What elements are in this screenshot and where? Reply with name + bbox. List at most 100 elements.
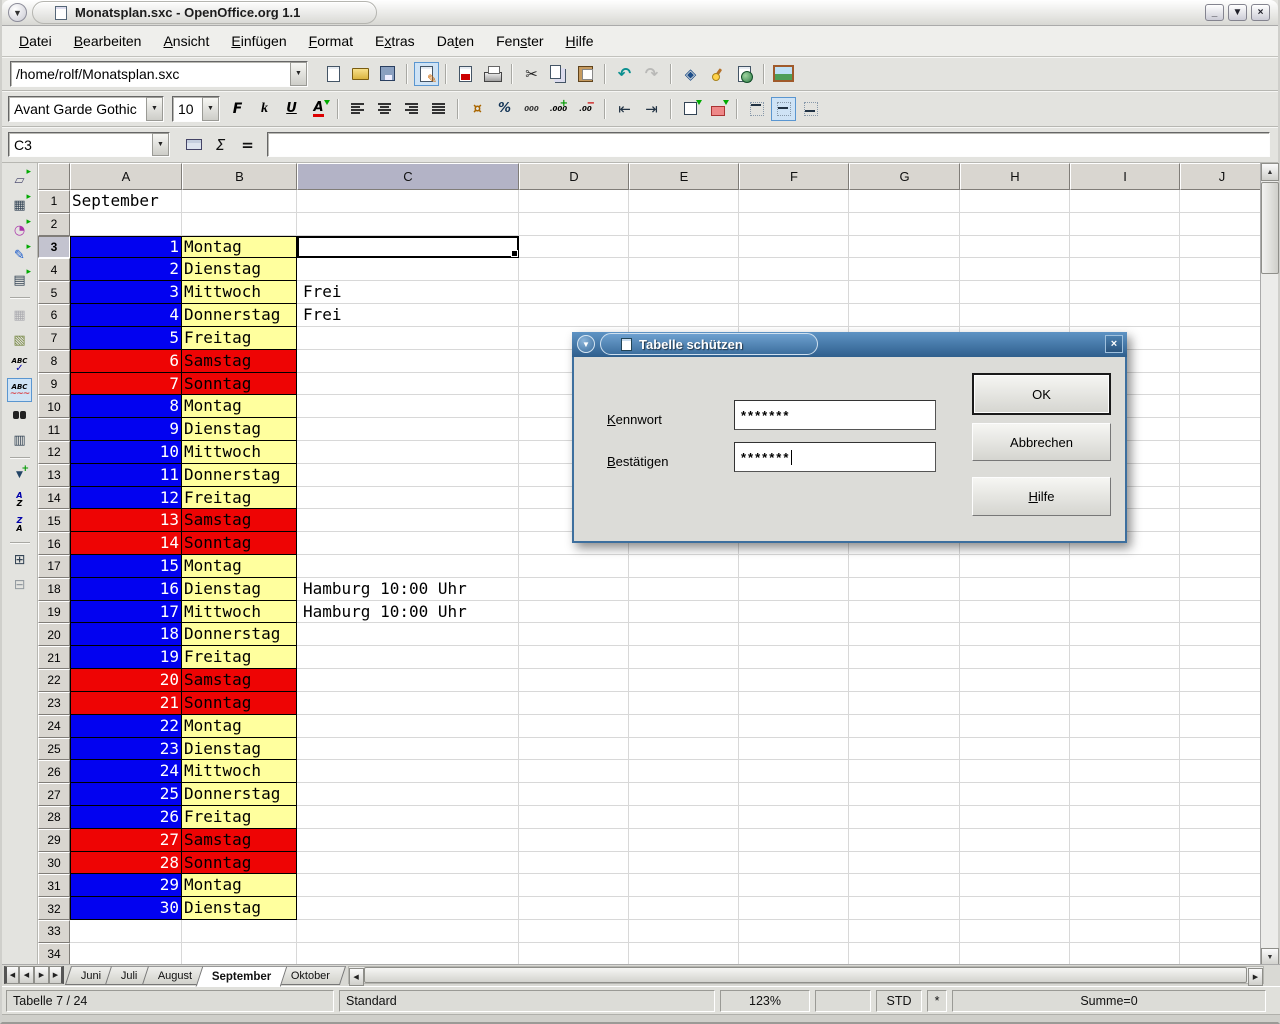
column-header-C[interactable]: C xyxy=(297,163,519,190)
row-header-24[interactable]: 24 xyxy=(38,715,70,738)
cell-A12[interactable]: 10 xyxy=(70,441,182,464)
dialog-close-icon[interactable]: × xyxy=(1105,335,1123,353)
align-justify-icon[interactable] xyxy=(426,97,451,121)
menu-ansicht[interactable]: Ansicht xyxy=(152,28,220,54)
align-bottom-icon[interactable] xyxy=(798,97,823,121)
row-header-16[interactable]: 16 xyxy=(38,532,70,555)
sum-indicator[interactable]: Summe=0 xyxy=(952,990,1266,1012)
standard-format-icon[interactable] xyxy=(519,97,544,121)
background-color-icon[interactable] xyxy=(705,97,730,121)
cell-C9[interactable] xyxy=(297,373,519,396)
cell-A10[interactable]: 8 xyxy=(70,395,182,418)
cell-B11[interactable]: Dienstag xyxy=(182,418,297,441)
cell-B9[interactable]: Sonntag xyxy=(182,373,297,396)
cell-A26[interactable]: 24 xyxy=(70,760,182,783)
last-sheet-icon[interactable]: ▶ xyxy=(49,966,64,984)
cancel-button[interactable]: Abbrechen xyxy=(972,423,1111,461)
row-header-13[interactable]: 13 xyxy=(38,464,70,487)
decrease-indent-icon[interactable] xyxy=(612,97,637,121)
insert-icon[interactable] xyxy=(7,168,32,192)
cell-reference-dropdown-icon[interactable]: ▼ xyxy=(152,133,169,156)
sum-icon[interactable] xyxy=(208,133,233,157)
cell-C7[interactable] xyxy=(297,327,519,350)
font-name-input[interactable]: Avant Garde Gothic xyxy=(9,97,146,121)
cell-A25[interactable]: 23 xyxy=(70,738,182,761)
row-header-18[interactable]: 18 xyxy=(38,578,70,601)
paste-icon[interactable] xyxy=(573,62,598,86)
remove-decimal-icon[interactable] xyxy=(573,97,598,121)
sheet-tab-september[interactable]: September xyxy=(196,966,288,987)
column-header-G[interactable]: G xyxy=(849,163,960,190)
undo-icon[interactable] xyxy=(612,62,637,86)
menu-format[interactable]: Format xyxy=(298,28,364,54)
minimize-icon[interactable]: _ xyxy=(1205,4,1224,21)
function-wizard-icon[interactable] xyxy=(181,133,206,157)
menu-einfügen[interactable]: Einfügen xyxy=(220,28,297,54)
cell-C31[interactable] xyxy=(297,874,519,897)
row-header-17[interactable]: 17 xyxy=(38,555,70,578)
close-icon[interactable]: × xyxy=(1251,4,1270,21)
cell-B10[interactable]: Montag xyxy=(182,395,297,418)
ok-button[interactable]: OK xyxy=(972,373,1111,415)
row-header-6[interactable]: 6 xyxy=(38,304,70,327)
font-size-dropdown-icon[interactable]: ▼ xyxy=(202,97,219,121)
dialog-menu-icon[interactable]: ▼ xyxy=(577,335,595,353)
spellcheck-icon[interactable] xyxy=(7,353,32,377)
navigator-icon[interactable] xyxy=(678,62,703,86)
currency-icon[interactable] xyxy=(465,97,490,121)
cell-A19[interactable]: 17 xyxy=(70,601,182,624)
hyperlink-icon[interactable] xyxy=(732,62,757,86)
cell-C25[interactable] xyxy=(297,738,519,761)
cell-C1[interactable] xyxy=(297,190,519,213)
horizontal-scrollbar[interactable]: ◀ ▶ xyxy=(348,966,1264,984)
cell-C6[interactable]: Frei xyxy=(297,304,519,327)
cell-C11[interactable] xyxy=(297,418,519,441)
selection-mode[interactable]: STD xyxy=(876,990,922,1012)
data-sources-icon[interactable] xyxy=(7,428,32,452)
row-header-27[interactable]: 27 xyxy=(38,783,70,806)
row-header-23[interactable]: 23 xyxy=(38,692,70,715)
cell-B8[interactable]: Samstag xyxy=(182,350,297,373)
row-header-22[interactable]: 22 xyxy=(38,669,70,692)
row-header-31[interactable]: 31 xyxy=(38,874,70,897)
cell-A7[interactable]: 5 xyxy=(70,327,182,350)
url-input[interactable]: /home/rolf/Monatsplan.sxc xyxy=(11,62,290,86)
cell-B17[interactable]: Montag xyxy=(182,555,297,578)
row-header-30[interactable]: 30 xyxy=(38,852,70,875)
cell-B25[interactable]: Dienstag xyxy=(182,738,297,761)
column-header-B[interactable]: B xyxy=(182,163,297,190)
save-icon[interactable] xyxy=(375,62,400,86)
zoom-level[interactable]: 123% xyxy=(720,990,810,1012)
cell-B7[interactable]: Freitag xyxy=(182,327,297,350)
cell-A22[interactable]: 20 xyxy=(70,669,182,692)
column-header-F[interactable]: F xyxy=(739,163,849,190)
vertical-scrollbar[interactable]: ▲ ▼ xyxy=(1260,163,1278,966)
cell-A14[interactable]: 12 xyxy=(70,487,182,510)
cell-A28[interactable]: 26 xyxy=(70,806,182,829)
cell-C2[interactable] xyxy=(297,213,519,236)
cell-A3[interactable]: 1 xyxy=(70,236,182,259)
sheet-indicator[interactable]: Tabelle 7 / 24 xyxy=(6,990,334,1012)
underline-icon[interactable] xyxy=(279,97,304,121)
cell-C17[interactable] xyxy=(297,555,519,578)
cell-B30[interactable]: Sonntag xyxy=(182,852,297,875)
row-header-2[interactable]: 2 xyxy=(38,213,70,236)
row-header-25[interactable]: 25 xyxy=(38,738,70,761)
auto-spellcheck-icon[interactable] xyxy=(7,378,32,402)
align-top-icon[interactable] xyxy=(744,97,769,121)
row-header-14[interactable]: 14 xyxy=(38,487,70,510)
help-button[interactable]: Hilfe xyxy=(972,477,1111,516)
cell-A24[interactable]: 22 xyxy=(70,715,182,738)
cell-C27[interactable] xyxy=(297,783,519,806)
first-sheet-icon[interactable]: ◀ xyxy=(4,966,19,984)
cell-A13[interactable]: 11 xyxy=(70,464,182,487)
cell-B33[interactable] xyxy=(182,920,297,943)
cell-A32[interactable]: 30 xyxy=(70,897,182,920)
cell-B32[interactable]: Dienstag xyxy=(182,897,297,920)
bold-icon[interactable] xyxy=(225,97,250,121)
align-right-icon[interactable] xyxy=(399,97,424,121)
row-header-4[interactable]: 4 xyxy=(38,258,70,281)
cell-A33[interactable] xyxy=(70,920,182,943)
cell-B1[interactable] xyxy=(182,190,297,213)
confirm-input[interactable]: ******* xyxy=(734,442,936,472)
